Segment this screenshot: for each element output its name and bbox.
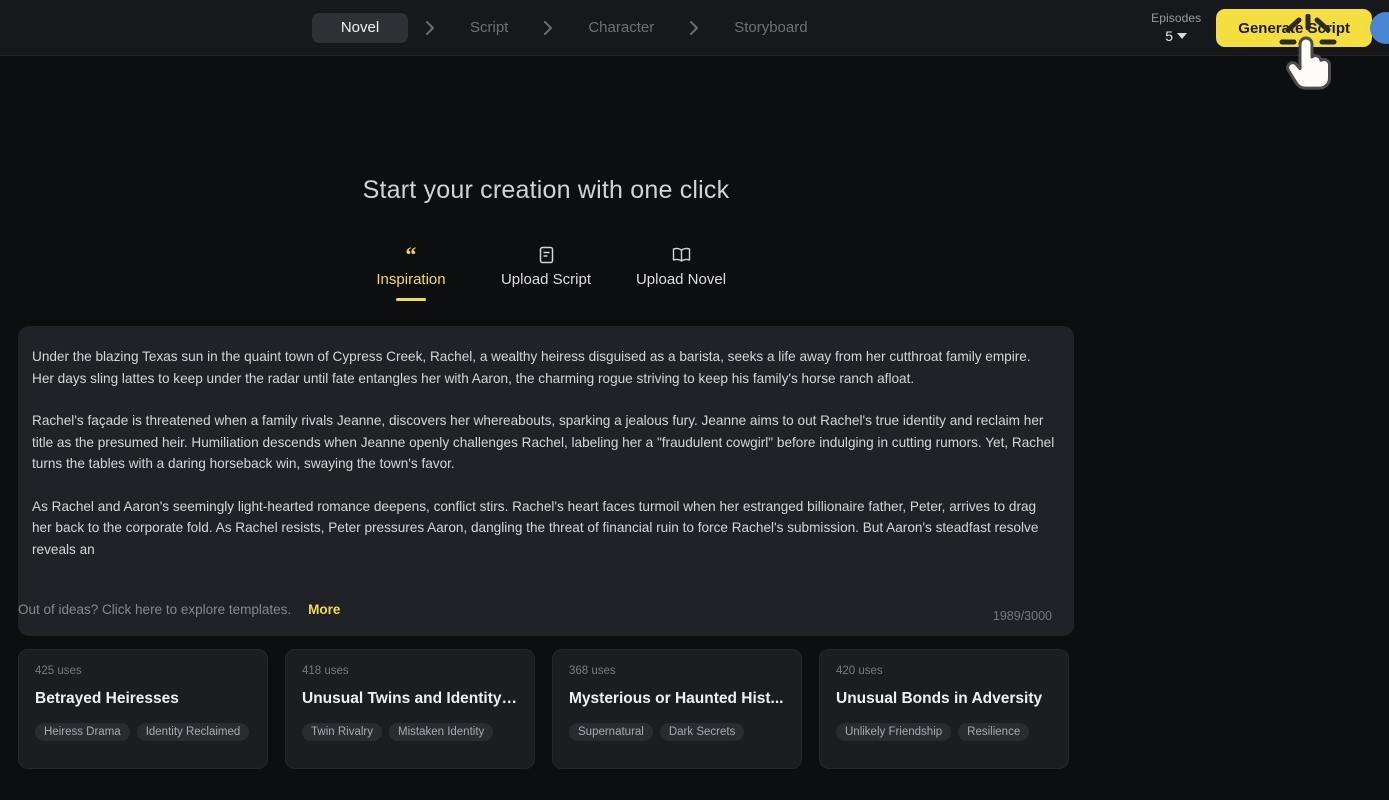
editor-text-content: Under the blazing Texas sun in the quain… — [32, 346, 1056, 560]
breadcrumb-item-character[interactable]: Character — [570, 13, 672, 43]
template-tag[interactable]: Supernatural — [569, 723, 653, 741]
template-uses: 418 uses — [302, 665, 349, 677]
template-tag[interactable]: Resilience — [958, 723, 1030, 741]
template-card[interactable]: 425 uses Betrayed Heiresses Heiress Dram… — [18, 649, 268, 769]
template-uses: 420 uses — [836, 665, 883, 677]
tab-upload-novel[interactable]: Upload Novel — [614, 245, 749, 288]
tab-inspiration-label: Inspiration — [376, 271, 446, 288]
chevron-right-icon — [672, 20, 716, 36]
novel-text-editor[interactable]: Under the blazing Texas sun in the quain… — [18, 326, 1074, 636]
page-title: Start your creation with one click — [362, 176, 730, 204]
main-content: Start your creation with one click “ Ins… — [0, 56, 1389, 800]
template-card[interactable]: 418 uses Unusual Twins and Identity ... … — [285, 649, 535, 769]
breadcrumb-item-storyboard[interactable]: Storyboard — [716, 13, 825, 43]
quote-icon: “ — [405, 242, 417, 267]
template-cards: 425 uses Betrayed Heiresses Heiress Dram… — [18, 649, 1069, 769]
tab-upload-novel-label: Upload Novel — [635, 271, 727, 288]
template-title: Unusual Bonds in Adversity — [836, 690, 1043, 707]
generate-script-button[interactable]: Generate Script — [1216, 9, 1372, 47]
episodes-label: Episodes — [1151, 11, 1202, 26]
template-tags: Supernatural Dark Secrets — [569, 723, 785, 741]
more-templates-link[interactable]: More — [308, 602, 340, 617]
template-tag[interactable]: Unlikely Friendship — [836, 723, 952, 741]
template-tag[interactable]: Twin Rivalry — [302, 723, 382, 741]
breadcrumb-item-novel[interactable]: Novel — [312, 13, 408, 43]
template-tag[interactable]: Identity Reclaimed — [136, 723, 250, 741]
template-uses: 368 uses — [569, 665, 616, 677]
avatar[interactable] — [1370, 12, 1389, 44]
template-card[interactable]: 420 uses Unusual Bonds in Adversity Unli… — [819, 649, 1069, 769]
editor-paragraph: Under the blazing Texas sun in the quain… — [32, 349, 1031, 386]
episodes-count: 5 — [1165, 27, 1174, 44]
template-title: Betrayed Heiresses — [35, 690, 179, 707]
breadcrumb: Novel Script Character Storyboard — [312, 0, 826, 56]
editor-paragraph: Rachel's façade is threatened when a fam… — [32, 413, 1055, 471]
mode-tabs: “ Inspiration Upload Script Upload Novel — [0, 242, 1092, 301]
templates-hint-text: Out of ideas? Click here to explore temp… — [18, 602, 292, 617]
episodes-value-row: 5 — [1165, 27, 1188, 45]
template-title: Unusual Twins and Identity ... — [302, 690, 518, 707]
editor-paragraph: As Rachel and Aaron's seemingly light-he… — [32, 498, 1039, 557]
template-uses: 425 uses — [35, 665, 82, 677]
template-tag[interactable]: Heiress Drama — [35, 723, 130, 741]
tab-upload-script[interactable]: Upload Script — [479, 245, 614, 288]
template-title: Mysterious or Haunted Hist... — [569, 690, 784, 707]
breadcrumb-item-script[interactable]: Script — [452, 13, 526, 43]
app-header: Novel Script Character Storyboard Episod… — [0, 0, 1389, 56]
header-actions: Episodes 5 Generate Script — [1151, 0, 1389, 56]
template-tag[interactable]: Mistaken Identity — [388, 723, 494, 741]
document-icon — [539, 245, 554, 265]
episodes-selector[interactable]: Episodes 5 — [1151, 11, 1201, 44]
template-tags: Unlikely Friendship Resilience — [836, 723, 1052, 741]
book-icon — [672, 245, 691, 265]
tab-upload-script-label: Upload Script — [500, 271, 592, 288]
template-tags: Twin Rivalry Mistaken Identity — [302, 723, 518, 741]
template-card[interactable]: 368 uses Mysterious or Haunted Hist... S… — [552, 649, 802, 769]
chevron-down-icon — [1177, 33, 1188, 40]
chevron-right-icon — [408, 20, 452, 36]
chevron-right-icon — [526, 20, 570, 36]
template-tags: Heiress Drama Identity Reclaimed — [35, 723, 251, 741]
tab-inspiration[interactable]: “ Inspiration — [344, 242, 479, 301]
template-tag[interactable]: Dark Secrets — [659, 723, 745, 741]
templates-hint: Out of ideas? Click here to explore temp… — [18, 602, 340, 617]
character-counter: 1989/3000 — [992, 609, 1052, 623]
active-tab-underline — [396, 298, 426, 301]
